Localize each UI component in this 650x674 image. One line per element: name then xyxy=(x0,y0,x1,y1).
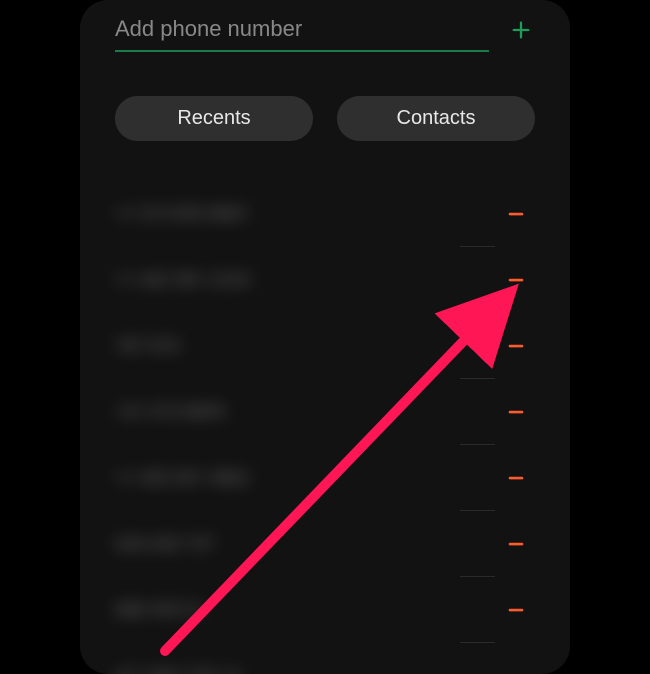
delete-button[interactable] xyxy=(502,596,530,624)
list-item: +1 402 981 2234 xyxy=(80,247,570,313)
blocked-number: +1 919 893 8867 xyxy=(115,204,502,225)
blocked-number: 141 010 8895 xyxy=(115,402,502,423)
blocked-number: 636 640 747 xyxy=(115,534,502,555)
phone-number-input[interactable] xyxy=(115,8,489,52)
add-number-row xyxy=(80,0,570,52)
blocked-number: 671 802 278 14 xyxy=(115,666,502,674)
minus-icon xyxy=(507,469,525,487)
list-item: +1 402 001 4862 xyxy=(80,445,570,511)
minus-icon xyxy=(507,271,525,289)
delete-button[interactable] xyxy=(502,530,530,558)
delete-button[interactable] xyxy=(502,332,530,360)
delete-button[interactable] xyxy=(502,464,530,492)
list-item: 787 876 xyxy=(80,313,570,379)
delete-button[interactable] xyxy=(502,200,530,228)
minus-icon xyxy=(507,535,525,553)
minus-icon xyxy=(507,667,525,674)
minus-icon xyxy=(507,205,525,223)
tab-recents[interactable]: Recents xyxy=(115,96,313,141)
tab-contacts[interactable]: Contacts xyxy=(337,96,535,141)
add-button[interactable] xyxy=(507,16,535,44)
blocked-number: +1 402 981 2234 xyxy=(115,270,502,291)
delete-button[interactable] xyxy=(502,662,530,674)
list-item: 636 640 747 xyxy=(80,511,570,577)
blocked-number: 787 876 xyxy=(115,336,502,357)
list-item: +1 919 893 8867 xyxy=(80,181,570,247)
list-item: 671 802 278 14 xyxy=(80,643,570,674)
plus-icon xyxy=(510,19,532,41)
blocked-number: +1 402 001 4862 xyxy=(115,468,502,489)
blocked-numbers-list: +1 919 893 8867 +1 402 981 2234 787 876 xyxy=(80,181,570,674)
block-list-panel: Recents Contacts +1 919 893 8867 +1 402 … xyxy=(80,0,570,674)
minus-icon xyxy=(507,403,525,421)
blocked-number: 888 495 01 xyxy=(115,600,502,621)
tabs-row: Recents Contacts xyxy=(80,52,570,141)
delete-button[interactable] xyxy=(502,266,530,294)
list-item: 141 010 8895 xyxy=(80,379,570,445)
delete-button[interactable] xyxy=(502,398,530,426)
minus-icon xyxy=(507,337,525,355)
list-item: 888 495 01 xyxy=(80,577,570,643)
minus-icon xyxy=(507,601,525,619)
